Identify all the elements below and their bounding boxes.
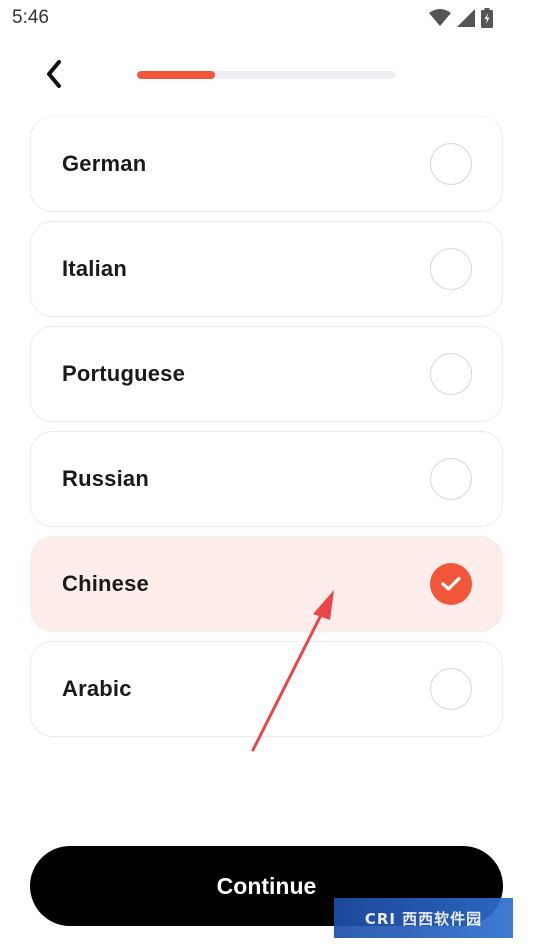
language-option-label: Portuguese [62, 361, 186, 386]
language-option-label: Arabic [62, 676, 132, 701]
progress-fill [137, 71, 215, 79]
wifi-icon [429, 9, 451, 32]
radio-unchecked-icon[interactable] [430, 668, 472, 710]
language-option-portuguese[interactable]: Portuguese [30, 326, 503, 422]
language-option-italian[interactable]: Italian [30, 221, 503, 317]
cellular-signal-icon [457, 9, 475, 32]
language-option-label: German [62, 151, 147, 176]
radio-checked-icon[interactable] [430, 563, 472, 605]
watermark-text: CRI 西西软件园 [364, 909, 483, 928]
language-option-russian[interactable]: Russian [30, 431, 503, 527]
radio-unchecked-icon[interactable] [430, 458, 472, 500]
progress-bar [137, 71, 396, 79]
status-time: 5:46 [12, 7, 49, 28]
status-icons [429, 8, 493, 33]
status-bar: 5:46 [0, 0, 533, 36]
watermark-logo: CRI 西西软件园 [334, 898, 513, 938]
radio-unchecked-icon[interactable] [430, 143, 472, 185]
chevron-left-icon [47, 60, 61, 88]
radio-unchecked-icon[interactable] [430, 353, 472, 395]
language-option-arabic[interactable]: Arabic [30, 641, 503, 737]
language-option-label: Russian [62, 466, 149, 491]
language-option-chinese[interactable]: Chinese [30, 536, 503, 632]
checkmark-icon [441, 576, 461, 591]
radio-unchecked-icon[interactable] [430, 248, 472, 290]
language-option-label: Chinese [62, 571, 149, 596]
back-button[interactable] [38, 56, 70, 92]
language-option-label: Italian [62, 256, 127, 281]
language-option-german[interactable]: German [30, 116, 503, 212]
language-list: German Italian Portuguese Russian Chinese Ara… [30, 116, 503, 746]
battery-icon [481, 8, 493, 33]
